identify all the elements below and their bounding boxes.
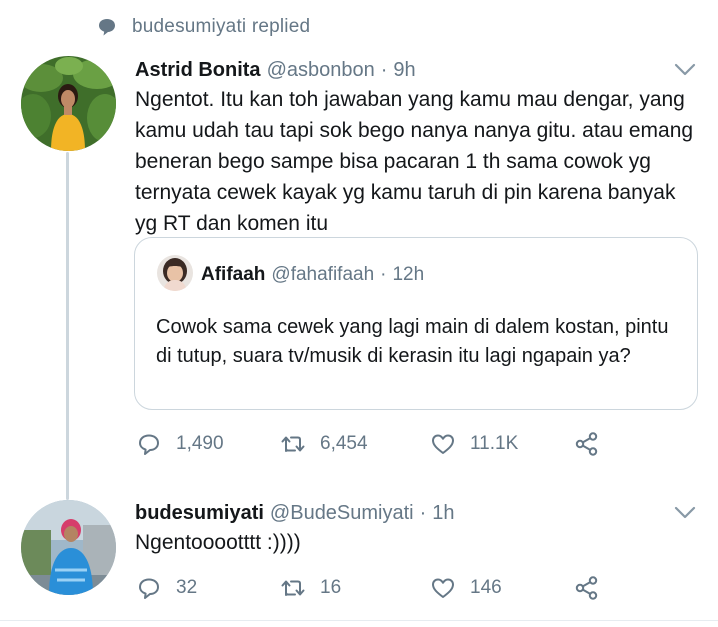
author-name[interactable]: budesumiyati [135,502,264,525]
reply-icon [136,575,162,601]
speech-bubble-icon [96,16,118,38]
tweet-actions: 32 16 146 [136,572,600,604]
tweet-time[interactable]: 9h [393,59,415,82]
reply-count: 1,490 [176,433,224,454]
share-button[interactable] [574,431,600,457]
retweet-button[interactable]: 16 [280,575,430,601]
tweet-actions: 1,490 6,454 11.1K [136,428,600,460]
separator-dot: · [380,264,387,285]
tweet-text: Ngentooootttt :)))) [135,531,301,554]
reply-context-text[interactable]: budesumiyati replied [132,16,310,38]
avatar[interactable] [21,500,116,595]
heart-icon [430,575,456,601]
share-icon [574,431,600,457]
reply-count: 32 [176,577,198,598]
like-button[interactable]: 146 [430,575,574,601]
reply-button[interactable]: 1,490 [136,431,280,457]
like-count: 11.1K [470,433,519,454]
bottom-divider [0,620,718,621]
reply-context: budesumiyati replied [96,14,310,40]
author-handle[interactable]: @BudeSumiyati [270,502,414,525]
quoted-tweet-time[interactable]: 12h [392,264,424,286]
quoted-author-name[interactable]: Afifaah [201,264,265,286]
like-count: 146 [470,577,502,598]
retweet-count: 16 [320,577,342,598]
quoted-avatar[interactable] [157,255,193,291]
heart-icon [430,431,456,457]
author-name[interactable]: Astrid Bonita [135,59,261,82]
tweet-header: budesumiyati @BudeSumiyati · 1h [135,502,455,525]
chevron-down-icon[interactable] [674,506,696,520]
retweet-icon [280,431,306,457]
avatar[interactable] [21,56,116,151]
tweet-text: Ngentot. Itu kan toh jawaban yang kamu m… [135,88,699,235]
reply-icon [136,431,162,457]
reply-button[interactable]: 32 [136,575,280,601]
tweet-time[interactable]: 1h [432,502,454,525]
quoted-author-handle[interactable]: @fahafifaah [271,264,374,286]
retweet-count: 6,454 [320,433,368,454]
separator-dot: · [419,502,427,524]
like-button[interactable]: 11.1K [430,431,574,457]
author-handle[interactable]: @asbonbon [267,59,375,82]
quoted-tweet-text: Cowok sama cewek yang lagi main di dalem… [156,316,669,367]
chevron-down-icon[interactable] [674,63,696,77]
retweet-icon [280,575,306,601]
tweet-header: Astrid Bonita @asbonbon · 9h [135,59,416,82]
share-icon [574,575,600,601]
retweet-button[interactable]: 6,454 [280,431,430,457]
quoted-tweet-header: Afifaah @fahafifaah · 12h [201,264,424,286]
thread-connector-line [66,152,69,500]
separator-dot: · [380,59,388,81]
quoted-tweet-card[interactable]: Afifaah @fahafifaah · 12h Cowok sama cew… [134,237,698,410]
share-button[interactable] [574,575,600,601]
